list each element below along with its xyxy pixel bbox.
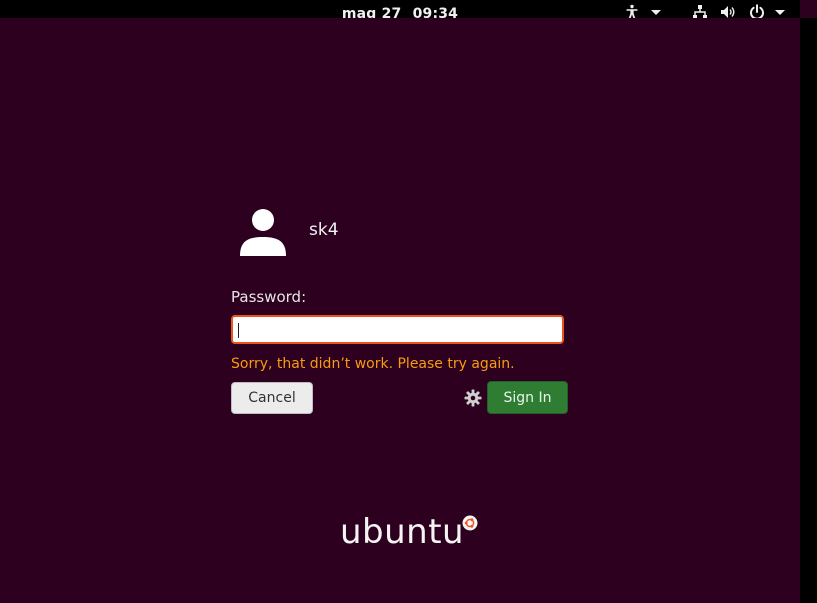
circle-of-friends-icon bbox=[462, 515, 478, 531]
screen-edge bbox=[800, 18, 817, 603]
username: sk4 bbox=[309, 220, 339, 240]
top-bar: mag 27 09:34 bbox=[0, 0, 800, 22]
ubuntu-wordmark: ubuntu bbox=[340, 512, 465, 552]
sign-in-button[interactable]: Sign In bbox=[487, 381, 568, 414]
user-avatar-icon bbox=[240, 209, 286, 256]
cancel-button[interactable]: Cancel bbox=[231, 382, 313, 414]
gear-icon[interactable] bbox=[464, 389, 482, 407]
password-input[interactable] bbox=[231, 315, 564, 344]
error-message: Sorry, that didn’t work. Please try agai… bbox=[231, 356, 515, 372]
password-label: Password: bbox=[231, 288, 307, 306]
ubuntu-logo: ubuntu bbox=[340, 512, 478, 552]
text-cursor bbox=[238, 323, 239, 338]
